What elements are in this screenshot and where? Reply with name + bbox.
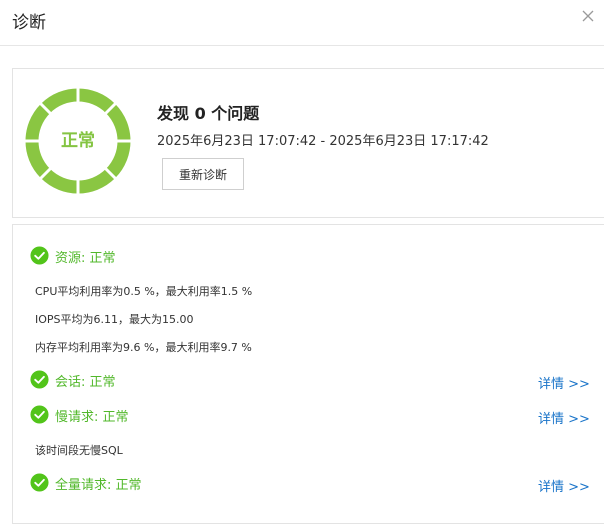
- slow-query-section-title: 慢请求: 正常: [55, 410, 129, 425]
- full-query-details-link[interactable]: 详情 >>: [538, 476, 590, 495]
- memory-metric-text: 内存平均利用率为9.6 %，最大利用率9.7 %: [35, 341, 252, 354]
- check-circle-icon: [30, 405, 49, 424]
- session-details-link[interactable]: 详情 >>: [538, 373, 590, 392]
- resource-section-title: 资源: 正常: [55, 251, 116, 266]
- dialog-title: 诊断: [12, 13, 46, 33]
- full-query-section-title: 全量请求: 正常: [55, 478, 142, 493]
- no-slow-sql-text: 该时间段无慢SQL: [35, 444, 123, 457]
- dialog-header: 诊断: [0, 0, 604, 46]
- check-circle-icon: [30, 246, 49, 265]
- diagnosis-summary-panel: 正常 发现 0 个问题 2025年6月23日 17:07:42 - 2025年6…: [12, 68, 604, 218]
- slow-query-details-link[interactable]: 详情 >>: [538, 408, 590, 427]
- check-circle-icon: [30, 473, 49, 492]
- cpu-metric-text: CPU平均利用率为0.5 %，最大利用率1.5 %: [35, 285, 253, 298]
- iops-metric-text: IOPS平均为6.11，最大为15.00: [35, 313, 194, 326]
- rediagnose-button[interactable]: 重新诊断: [162, 158, 244, 190]
- session-section-title: 会话: 正常: [55, 375, 116, 390]
- status-label: 正常: [61, 131, 95, 151]
- time-range-text: 2025年6月23日 17:07:42 - 2025年6月23日 17:17:4…: [157, 134, 489, 149]
- found-issues-text: 发现 0 个问题: [157, 104, 260, 123]
- close-icon[interactable]: [580, 8, 596, 24]
- diagnosis-details-panel: 资源: 正常 CPU平均利用率为0.5 %，最大利用率1.5 % IOPS平均为…: [12, 224, 604, 524]
- check-circle-icon: [30, 370, 49, 389]
